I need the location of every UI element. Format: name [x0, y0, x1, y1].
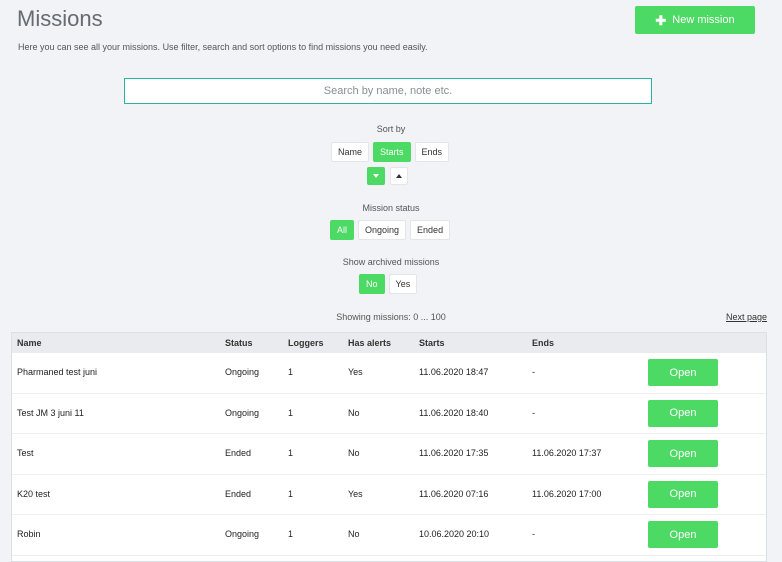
column-header-has-alerts[interactable]: Has alerts: [348, 338, 391, 348]
status-ended-button[interactable]: Ended: [410, 220, 451, 240]
mission-loggers: 1: [288, 448, 294, 458]
showing-count: Showing missions: 0 ... 100: [336, 312, 446, 322]
sort-ascending-button[interactable]: [390, 167, 408, 185]
caret-up-icon: [396, 174, 402, 178]
page-subtitle: Here you can see all your missions. Use …: [18, 42, 428, 52]
mission-status: Ongoing: [225, 529, 260, 539]
missions-table: Name Status Loggers Has alerts Starts En…: [11, 332, 767, 562]
table-header: Name Status Loggers Has alerts Starts En…: [12, 333, 766, 353]
table-row: Robin Ongoing 1 No 10.06.2020 20:10 - Op…: [12, 515, 766, 556]
sort-name-button[interactable]: Name: [331, 142, 370, 162]
sort-label: Sort by: [376, 124, 406, 134]
mission-has-alerts: Yes: [348, 367, 363, 377]
open-mission-button[interactable]: Open: [648, 480, 718, 508]
column-header-ends[interactable]: Ends: [532, 338, 554, 348]
archived-filter-label: Show archived missions: [342, 257, 440, 267]
next-page-link[interactable]: Next page: [726, 312, 767, 322]
open-mission-button[interactable]: Open: [648, 440, 718, 467]
mission-name: K20 test: [17, 488, 51, 499]
status-ongoing-button[interactable]: Ongoing: [358, 220, 407, 240]
mission-name: Test JM 3 juni 11: [17, 407, 84, 418]
mission-status: Ended: [225, 448, 252, 458]
sort-descending-button[interactable]: [367, 167, 385, 185]
archived-no-button[interactable]: No: [359, 274, 385, 294]
mission-ends: -: [532, 529, 535, 539]
mission-status: Ended: [225, 488, 252, 499]
page-title: Missions: [17, 6, 103, 31]
mission-name: Test: [17, 448, 34, 458]
table-row: K20 test Ended 1 Yes 11.06.2020 07:16 11…: [12, 475, 766, 515]
mission-loggers: 1: [288, 488, 294, 499]
sort-ends-button[interactable]: Ends: [414, 142, 450, 162]
mission-starts: 11.06.2020 07:16: [419, 488, 489, 499]
sort-options: Name Starts Ends: [331, 142, 450, 162]
plus-icon: ✚: [655, 12, 667, 28]
sort-direction: [367, 167, 408, 185]
column-header-name[interactable]: Name: [17, 338, 42, 348]
open-mission-button[interactable]: Open: [648, 359, 718, 386]
mission-loggers: 1: [288, 407, 294, 418]
sort-starts-button[interactable]: Starts: [373, 142, 411, 162]
column-header-loggers[interactable]: Loggers: [288, 338, 324, 348]
mission-status: Ongoing: [225, 407, 260, 418]
status-filter-label: Mission status: [362, 203, 420, 213]
mission-starts: 11.06.2020 18:40: [419, 407, 489, 418]
new-mission-label: New mission: [672, 14, 735, 26]
table-row: Test Ended 1 No 11.06.2020 17:35 11.06.2…: [12, 434, 766, 475]
open-mission-button[interactable]: Open: [648, 521, 718, 548]
archived-filter-options: No Yes: [359, 274, 418, 294]
new-mission-button[interactable]: ✚ New mission: [635, 6, 755, 34]
open-mission-button[interactable]: Open: [648, 399, 718, 427]
mission-starts: 11.06.2020 17:35: [419, 448, 489, 458]
mission-name: Pharmaned test juni: [17, 367, 98, 377]
mission-name: Robin: [17, 529, 41, 539]
status-filter-options: All Ongoing Ended: [330, 220, 451, 240]
mission-ends: 11.06.2020 17:37: [532, 448, 602, 458]
mission-ends: -: [532, 407, 535, 418]
mission-starts: 10.06.2020 20:10: [419, 529, 490, 539]
column-header-status[interactable]: Status: [225, 338, 253, 348]
mission-loggers: 1: [288, 367, 294, 377]
table-row: Test JM 3 juni 11 Ongoing 1 No 11.06.202…: [12, 394, 766, 434]
archived-yes-button[interactable]: Yes: [388, 274, 418, 294]
mission-ends: -: [532, 367, 535, 377]
status-all-button[interactable]: All: [330, 220, 355, 240]
mission-has-alerts: No: [348, 407, 360, 418]
search-input[interactable]: [124, 78, 652, 104]
mission-status: Ongoing: [225, 367, 260, 377]
mission-has-alerts: No: [348, 448, 360, 458]
column-header-starts[interactable]: Starts: [419, 338, 445, 348]
table-row: Pharmaned test juni Ongoing 1 Yes 11.06.…: [12, 353, 766, 394]
mission-loggers: 1: [288, 529, 294, 539]
mission-has-alerts: No: [348, 529, 360, 539]
mission-ends: 11.06.2020 17:00: [532, 488, 602, 499]
mission-has-alerts: Yes: [348, 488, 363, 499]
mission-starts: 11.06.2020 18:47: [419, 367, 489, 377]
caret-down-icon: [373, 174, 379, 178]
